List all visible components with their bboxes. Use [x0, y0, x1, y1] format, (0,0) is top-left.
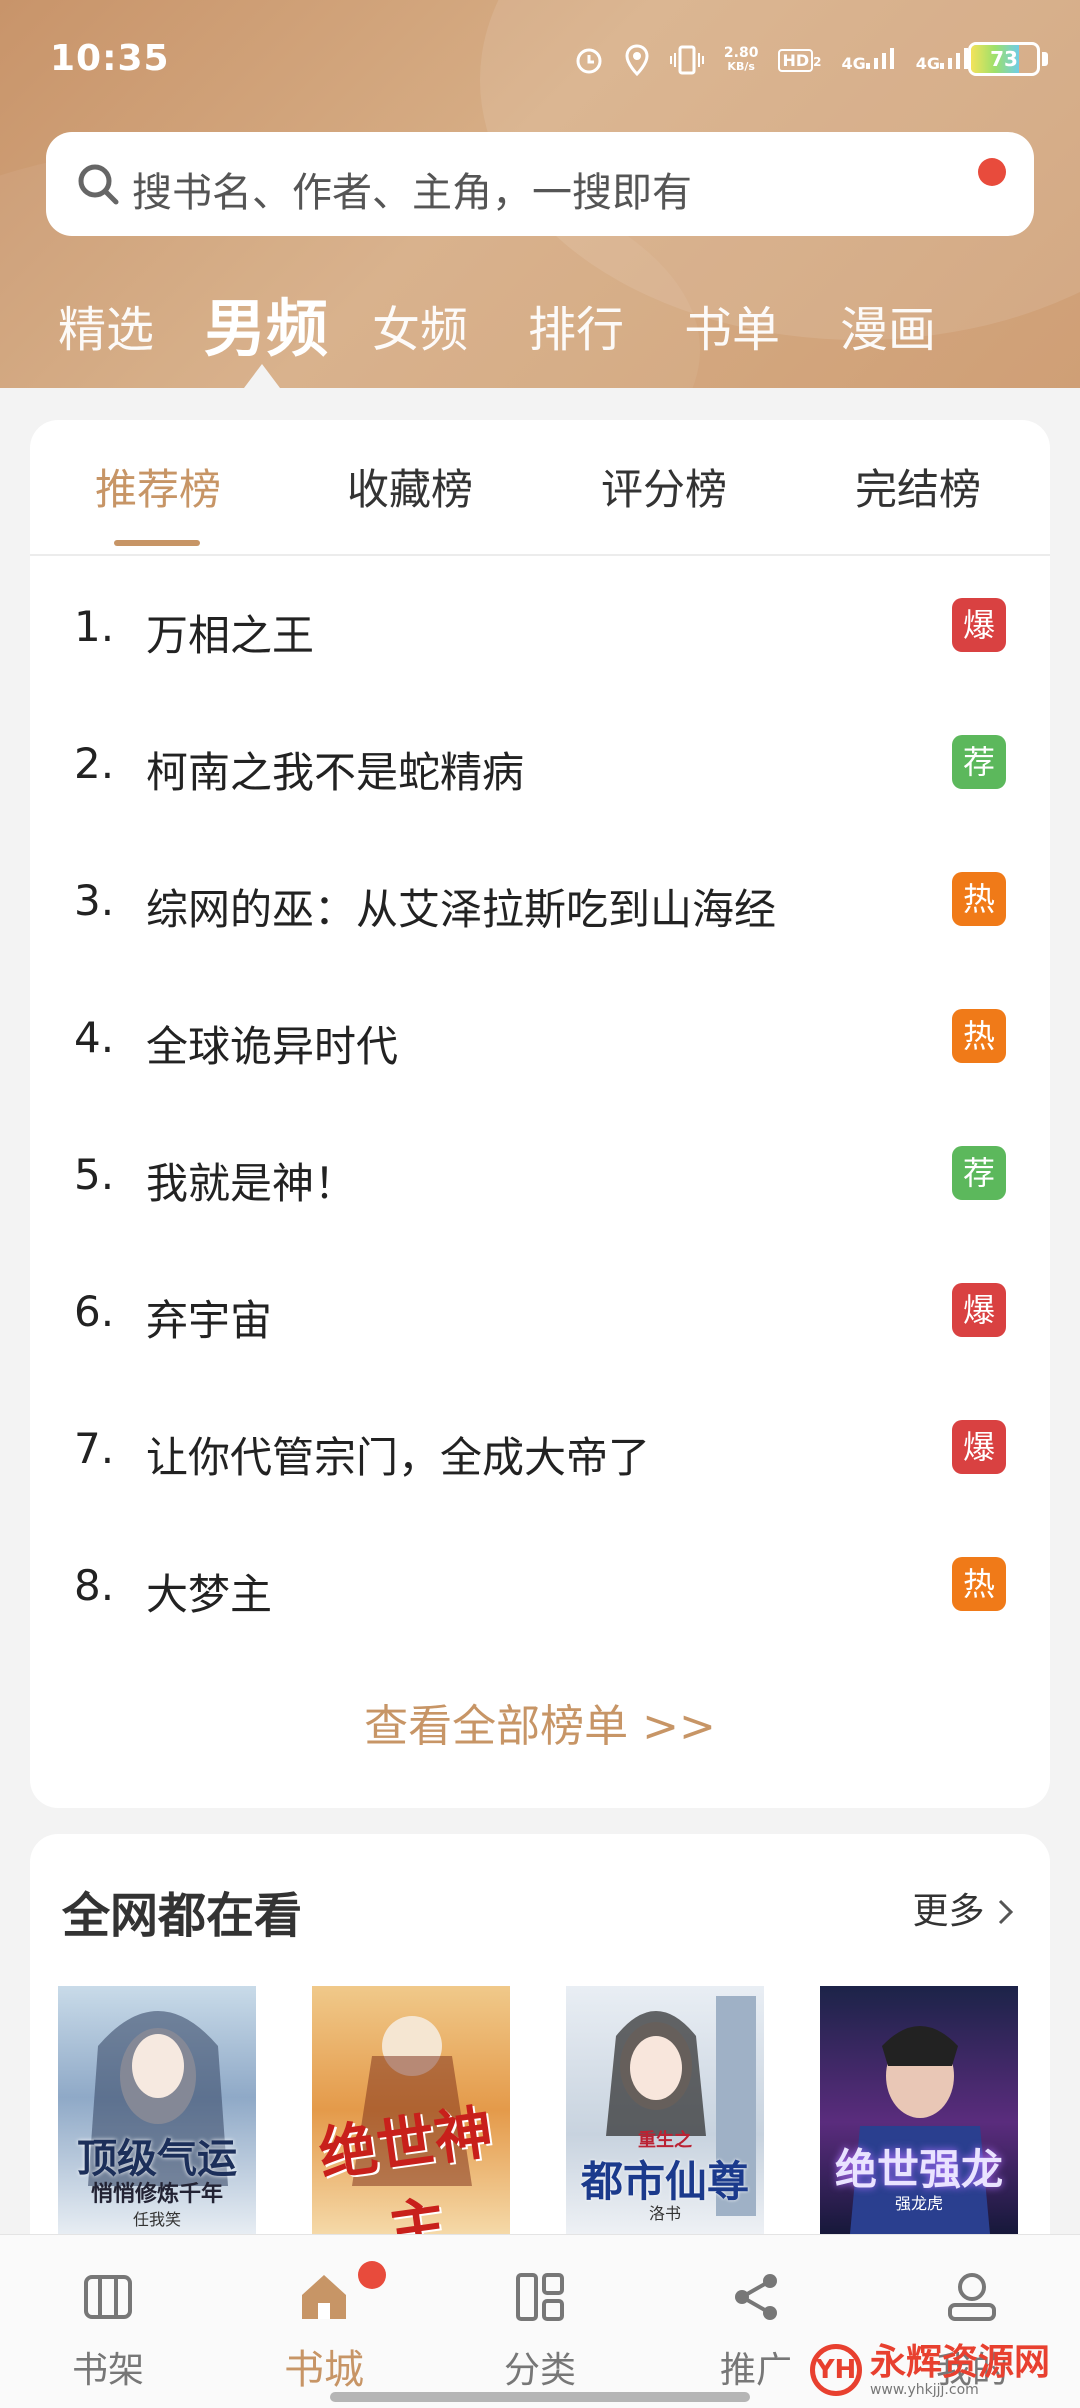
rank-badge: 热	[952, 1009, 1006, 1063]
rank-badge: 荐	[952, 1146, 1006, 1200]
book-title[interactable]: 柯南之我不是蛇精病	[146, 739, 524, 800]
rank-badge: 热	[952, 872, 1006, 926]
battery-level: 73	[990, 47, 1018, 71]
watermark-text: 永辉资源网 www.yhkjjj.com	[869, 2342, 1050, 2398]
tab-score-rank[interactable]: 评分榜	[564, 456, 764, 517]
battery-tip	[1042, 52, 1048, 66]
rank-number: 6.	[74, 1287, 115, 1336]
watermark: YH 永辉资源网 www.yhkjjj.com	[809, 2340, 1050, 2400]
nav-label: 书架	[71, 2350, 144, 2391]
rank-number: 2.	[74, 739, 115, 788]
book-cover[interactable]: 绝世神主	[312, 1986, 510, 2234]
cover-author: 洛书	[648, 2204, 681, 2223]
hd-indicator: HD 2	[778, 48, 821, 72]
rank-number: 1.	[74, 602, 115, 651]
rank-badge: 爆	[952, 1283, 1006, 1337]
location-icon	[625, 44, 649, 76]
rank-row[interactable]: 5. 我就是神！ 荐	[30, 1106, 1050, 1243]
header: 10:35 2.80 KB/s HD 2 4G 4G 73 搜书名、作者、主角，一搜…	[0, 0, 1080, 388]
watermark-logo: YH	[809, 2344, 862, 2396]
top-tabs: 精选 男频 女频 排行 书单 漫画	[0, 278, 1080, 368]
search-bar[interactable]: 搜书名、作者、主角，一搜即有	[46, 132, 1034, 236]
ranking-tab-underline	[114, 540, 200, 546]
search-icon	[78, 164, 119, 205]
view-all-rankings-link[interactable]: 查看全部榜单 >>	[30, 1690, 1050, 1754]
rank-badge: 热	[952, 1557, 1006, 1611]
rank-row[interactable]: 3. 综网的巫：从艾泽拉斯吃到山海经 热	[30, 832, 1050, 969]
tab-recommend-rank[interactable]: 推荐榜	[58, 456, 258, 517]
status-icons: 2.80 KB/s HD 2 4G 4G	[574, 40, 970, 80]
signal-1: 4G	[841, 47, 895, 73]
rank-badge: 爆	[952, 598, 1006, 652]
battery-icon: 73	[968, 42, 1040, 76]
rank-number: 5.	[74, 1150, 115, 1199]
network-speed: 2.80 KB/s	[723, 45, 759, 73]
status-bar: 10:35 2.80 KB/s HD 2 4G 4G 73	[0, 0, 1080, 120]
rank-row[interactable]: 2. 柯南之我不是蛇精病 荐	[30, 695, 1050, 832]
book-cover[interactable]: 顶级气运 悄悄修炼千年 任我笑	[58, 1986, 256, 2234]
rank-row[interactable]: 1. 万相之王 爆	[30, 558, 1050, 695]
user-icon	[948, 2273, 996, 2321]
category-grid-icon	[516, 2273, 564, 2321]
rank-row[interactable]: 7. 让你代管宗门，全成大帝了 爆	[30, 1380, 1050, 1517]
ranking-tabs: 推荐榜 收藏榜 评分榜 完结榜	[30, 420, 1050, 556]
rank-row[interactable]: 4. 全球诡异时代 热	[30, 969, 1050, 1106]
share-icon	[735, 2274, 777, 2320]
cover-title: 绝世强龙	[834, 2145, 1003, 2194]
book-title[interactable]: 万相之王	[146, 602, 314, 663]
rank-number: 8.	[74, 1561, 115, 1610]
book-title[interactable]: 我就是神！	[146, 1150, 356, 1211]
notification-dot	[358, 2261, 386, 2289]
tab-male[interactable]: 男频	[204, 278, 328, 368]
nav-bookshelf[interactable]: 书架	[8, 2235, 208, 2408]
tab-booklist[interactable]: 书单	[684, 290, 780, 360]
book-title[interactable]: 弃宇宙	[146, 1287, 272, 1348]
notification-dot	[978, 158, 1006, 186]
watermark-name: 永辉资源网	[869, 2342, 1050, 2383]
bookshelf-icon	[84, 2275, 132, 2319]
nav-label: 分类	[503, 2350, 576, 2391]
chevron-right-icon	[998, 1899, 1014, 1925]
book-title[interactable]: 综网的巫：从艾泽拉斯吃到山海经	[146, 876, 776, 937]
search-input[interactable]: 搜书名、作者、主角，一搜即有	[132, 160, 692, 218]
cover-title: 绝世神主	[314, 2097, 497, 2234]
nav-label: 书城	[284, 2347, 364, 2393]
section-title: 全网都在看	[62, 1888, 303, 1944]
rank-badge: 爆	[952, 1420, 1006, 1474]
book-title[interactable]: 让你代管宗门，全成大帝了	[146, 1424, 650, 1485]
trending-section: 全网都在看 更多 顶级气运 悄悄修炼千年 任我笑 绝世神主 重生之 都市仙尊 洛…	[30, 1834, 1050, 2234]
tab-complete-rank[interactable]: 完结榜	[818, 456, 1018, 517]
nav-category[interactable]: 分类	[440, 2235, 640, 2408]
active-tab-indicator	[244, 364, 280, 388]
status-time: 10:35	[50, 38, 170, 79]
tab-featured[interactable]: 精选	[58, 290, 154, 360]
tab-comics[interactable]: 漫画	[840, 290, 936, 360]
rank-number: 4.	[74, 1013, 115, 1062]
store-home-icon	[302, 2275, 346, 2319]
cover-author: 任我笑	[132, 2210, 181, 2229]
more-link[interactable]: 更多	[913, 1882, 1016, 1934]
tab-collect-rank[interactable]: 收藏榜	[310, 456, 510, 517]
book-title[interactable]: 全球诡异时代	[146, 1013, 398, 1074]
cover-author: 强龙虎	[894, 2194, 943, 2213]
tab-ranking[interactable]: 排行	[528, 290, 624, 360]
alarm-icon	[576, 48, 602, 74]
rank-row[interactable]: 6. 弃宇宙 爆	[30, 1243, 1050, 1380]
signal-2: 4G	[916, 47, 970, 73]
rank-row[interactable]: 8. 大梦主 热	[30, 1517, 1050, 1654]
book-cover[interactable]: 绝世强龙 强龙虎	[820, 1986, 1018, 2234]
vibrate-icon	[669, 45, 704, 75]
book-cover[interactable]: 重生之 都市仙尊 洛书	[566, 1986, 764, 2234]
rank-badge: 荐	[952, 735, 1006, 789]
cover-subtitle: 悄悄修炼千年	[90, 2182, 223, 2207]
more-label: 更多	[912, 1891, 985, 1932]
rank-number: 3.	[74, 876, 115, 925]
tab-female[interactable]: 女频	[372, 290, 468, 360]
watermark-url: www.yhkjjj.com	[869, 2382, 979, 2398]
rank-number: 7.	[74, 1424, 115, 1473]
book-title[interactable]: 大梦主	[146, 1561, 272, 1622]
home-indicator[interactable]	[330, 2392, 750, 2402]
nav-store[interactable]: 书城	[224, 2235, 424, 2408]
ranking-card: 推荐榜 收藏榜 评分榜 完结榜 1. 万相之王 爆 2. 柯南之我不是蛇精病 荐…	[30, 420, 1050, 1808]
